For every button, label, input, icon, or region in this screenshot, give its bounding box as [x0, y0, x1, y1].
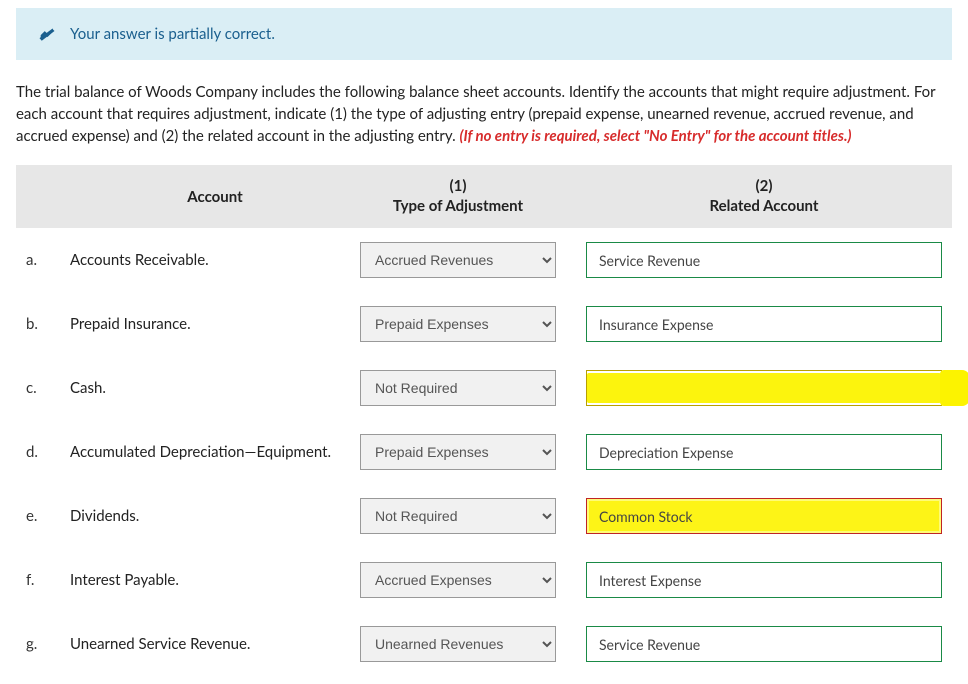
row-letter: d.: [26, 443, 70, 461]
table-row: g. Unearned Service Revenue. Unearned Re…: [16, 612, 952, 676]
type-select-c[interactable]: Not Required: [360, 370, 556, 406]
header-col1-bot: Type of Adjustment: [393, 197, 523, 217]
table-row: c. Cash. Not Required: [16, 356, 952, 420]
type-select-d[interactable]: Prepaid Expenses: [360, 434, 556, 470]
related-account-a[interactable]: Service Revenue: [586, 242, 942, 278]
account-name: Accumulated Depreciation—Equipment.: [70, 442, 360, 463]
answer-table: Account (1) Type of Adjustment (2) Relat…: [16, 165, 952, 676]
row-letter: a.: [26, 251, 70, 269]
table-row: a. Accounts Receivable. Accrued Revenues…: [16, 228, 952, 292]
row-letter: g.: [26, 635, 70, 653]
feedback-text: Your answer is partially correct.: [70, 25, 275, 43]
feedback-banner: Your answer is partially correct.: [16, 8, 952, 60]
account-name: Accounts Receivable.: [70, 250, 360, 271]
table-row: d. Accumulated Depreciation—Equipment. P…: [16, 420, 952, 484]
related-account-f[interactable]: Interest Expense: [586, 562, 942, 598]
highlight-marker-tail: [940, 370, 968, 406]
related-account-d[interactable]: Depreciation Expense: [586, 434, 942, 470]
header-col2-bot: Related Account: [710, 197, 819, 217]
table-header: Account (1) Type of Adjustment (2) Relat…: [16, 165, 952, 228]
header-account: Account: [70, 188, 360, 206]
type-select-a[interactable]: Accrued Revenues: [360, 242, 556, 278]
related-account-e[interactable]: Common Stock: [586, 498, 942, 534]
account-name: Unearned Service Revenue.: [70, 634, 360, 655]
highlight-marker: [587, 373, 941, 403]
type-select-f[interactable]: Accrued Expenses: [360, 562, 556, 598]
row-letter: b.: [26, 315, 70, 333]
partial-correct-icon: [38, 25, 56, 43]
account-name: Prepaid Insurance.: [70, 314, 360, 335]
account-name: Dividends.: [70, 506, 360, 527]
row-letter: c.: [26, 379, 70, 397]
table-row: b. Prepaid Insurance. Prepaid Expenses I…: [16, 292, 952, 356]
type-select-e[interactable]: Not Required: [360, 498, 556, 534]
question-emphasis: (If no entry is required, select "No Ent…: [459, 127, 851, 145]
related-account-c[interactable]: [586, 370, 942, 406]
table-row: f. Interest Payable. Accrued Expenses In…: [16, 548, 952, 612]
type-select-b[interactable]: Prepaid Expenses: [360, 306, 556, 342]
account-name: Cash.: [70, 378, 360, 399]
header-col2-top: (2): [756, 177, 773, 197]
question-text: The trial balance of Woods Company inclu…: [16, 82, 952, 147]
related-account-g[interactable]: Service Revenue: [586, 626, 942, 662]
account-name: Interest Payable.: [70, 570, 360, 591]
related-account-b[interactable]: Insurance Expense: [586, 306, 942, 342]
row-letter: f.: [26, 571, 70, 589]
row-letter: e.: [26, 507, 70, 525]
header-col1-top: (1): [450, 177, 467, 197]
table-row: e. Dividends. Not Required Common Stock: [16, 484, 952, 548]
type-select-g[interactable]: Unearned Revenues: [360, 626, 556, 662]
